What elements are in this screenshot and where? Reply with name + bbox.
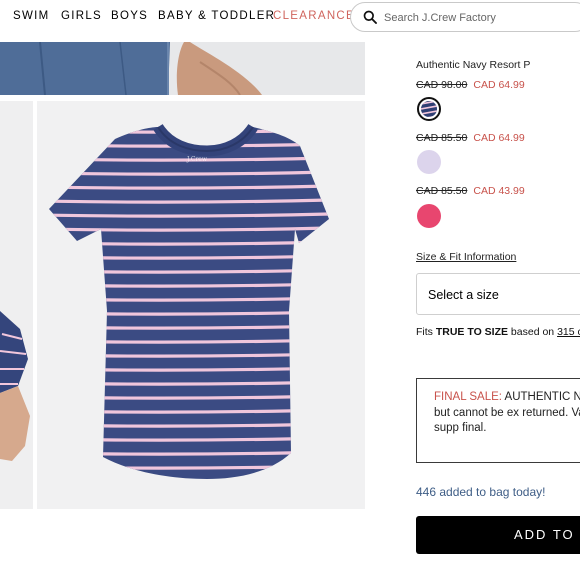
- nav-item-baby-toddler[interactable]: BABY & TODDLER: [158, 10, 275, 22]
- fits-true-to-size: TRUE TO SIZE: [435, 326, 508, 338]
- swatch-lavender[interactable]: [417, 150, 441, 174]
- fits-based-on: based on: [510, 326, 555, 338]
- product-photo-side[interactable]: [0, 101, 33, 509]
- product-photo-top[interactable]: [0, 42, 365, 95]
- original-price: CAD 98.00: [416, 79, 468, 91]
- final-sale-notice: FINAL SALE: AUTHENTIC N available but ca…: [416, 378, 580, 463]
- top-navigation: SWIM GIRLS BOYS BABY & TODDLER CLEARANCE: [0, 0, 580, 42]
- sale-price: CAD 64.99: [473, 132, 525, 144]
- swatch-navy-stripe[interactable]: [417, 97, 441, 121]
- size-fit-info-link[interactable]: Size & Fit Information: [416, 251, 516, 263]
- selected-color-name: Authentic Navy Resort P: [416, 59, 531, 71]
- original-price: CAD 85.50: [416, 185, 468, 197]
- search-bar[interactable]: [350, 2, 580, 32]
- nav-item-swim[interactable]: SWIM: [13, 10, 50, 22]
- search-icon: [363, 10, 377, 24]
- striped-tee-image: J.Crew: [37, 101, 365, 509]
- swatch-navy-stripe-fill: [421, 101, 437, 117]
- price-row: CAD 98.00 CAD 64.99: [416, 79, 525, 91]
- sale-price: CAD 43.99: [473, 185, 525, 197]
- add-to-bag-button[interactable]: ADD TO B: [416, 516, 580, 554]
- add-to-bag-label: ADD TO B: [514, 527, 580, 542]
- final-sale-label: FINAL SALE:: [434, 391, 502, 403]
- size-select-label: Select a size: [428, 288, 499, 302]
- nav-item-girls[interactable]: GIRLS: [61, 10, 102, 22]
- fits-prefix: Fits: [416, 326, 433, 338]
- tee-label-mark: J.Crew: [186, 156, 208, 163]
- search-input[interactable]: [384, 9, 580, 27]
- reviews-count-link[interactable]: 315 cu: [557, 326, 580, 338]
- added-to-bag-count: 446 added to bag today!: [416, 485, 546, 499]
- nav-item-clearance[interactable]: CLEARANCE: [273, 10, 355, 22]
- swatch-pink[interactable]: [417, 204, 441, 228]
- sale-price: CAD 64.99: [473, 79, 525, 91]
- final-sale-text-block: FINAL SALE: AUTHENTIC N available but ca…: [434, 390, 580, 437]
- product-photo-main[interactable]: J.Crew: [37, 101, 365, 509]
- nav-item-boys[interactable]: BOYS: [111, 10, 148, 22]
- size-select-dropdown[interactable]: Select a size: [416, 273, 580, 315]
- original-price: CAD 85.50: [416, 132, 468, 144]
- model-jeans-image: [0, 42, 365, 95]
- price-row: CAD 85.50 CAD 43.99: [416, 185, 525, 197]
- fit-rating-text: Fits TRUE TO SIZE based on 315 cu: [416, 326, 580, 338]
- price-row: CAD 85.50 CAD 64.99: [416, 132, 525, 144]
- model-arm-image: [0, 101, 33, 509]
